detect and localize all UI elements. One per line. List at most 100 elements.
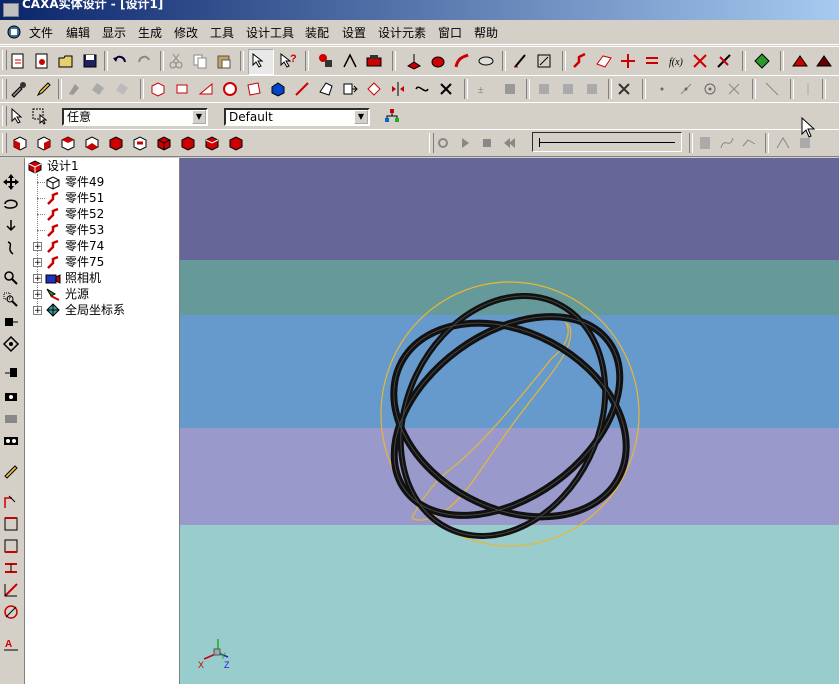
- help-pointer-icon[interactable]: ?: [278, 51, 298, 71]
- menu-edit[interactable]: 编辑: [66, 24, 90, 41]
- target-icon[interactable]: [1, 334, 21, 354]
- equal-icon[interactable]: [642, 51, 662, 71]
- paste-icon[interactable]: [214, 51, 234, 71]
- render-icon[interactable]: [364, 51, 384, 71]
- play-icon[interactable]: [455, 133, 475, 153]
- view-custom-icon[interactable]: [226, 133, 246, 153]
- anim-key-icon[interactable]: [739, 133, 759, 153]
- shape-red-icon[interactable]: [790, 51, 810, 71]
- brush-icon[interactable]: [1, 460, 21, 480]
- view-right-icon[interactable]: [130, 133, 150, 153]
- zoom-icon[interactable]: [1, 268, 21, 288]
- expand-icon[interactable]: +: [33, 306, 42, 316]
- select-box-icon[interactable]: [30, 106, 50, 126]
- menu-assembly[interactable]: 装配: [305, 24, 329, 41]
- view-back-icon[interactable]: [34, 133, 54, 153]
- menu-view[interactable]: 显示: [102, 24, 126, 41]
- cylinder-icon[interactable]: [172, 79, 192, 99]
- rewind-icon[interactable]: [499, 133, 519, 153]
- smart-paint-icon[interactable]: [64, 79, 84, 99]
- document-icon[interactable]: [6, 24, 22, 40]
- x-point-icon[interactable]: [724, 79, 744, 99]
- menu-help[interactable]: 帮助: [474, 24, 498, 41]
- pencil-icon[interactable]: [34, 79, 54, 99]
- menu-generate[interactable]: 生成: [138, 24, 162, 41]
- menu-settings[interactable]: 设置: [342, 24, 366, 41]
- curve-3d-icon[interactable]: [570, 51, 590, 71]
- extrude-icon[interactable]: [404, 51, 424, 71]
- vertical-dash-icon[interactable]: [798, 79, 818, 99]
- dim-tool5-icon[interactable]: [1, 580, 21, 600]
- stop-icon[interactable]: [477, 133, 497, 153]
- menu-window[interactable]: 窗口: [438, 24, 462, 41]
- trim-icon[interactable]: [714, 51, 734, 71]
- menu-tools[interactable]: 工具: [210, 24, 234, 41]
- view-iso-icon[interactable]: [154, 133, 174, 153]
- sketch-icon[interactable]: [510, 51, 530, 71]
- menu-file[interactable]: 文件: [29, 24, 53, 41]
- anim-path-icon[interactable]: [717, 133, 737, 153]
- disabled-tool3-icon[interactable]: [558, 79, 578, 99]
- view-top-icon[interactable]: [58, 133, 78, 153]
- eyedropper-icon[interactable]: [8, 79, 28, 99]
- pyramid-icon[interactable]: [244, 79, 264, 99]
- expand-icon[interactable]: +: [33, 242, 42, 252]
- camera-multi-icon[interactable]: [1, 430, 21, 450]
- disabled-tool4-icon[interactable]: [582, 79, 602, 99]
- intersect-icon[interactable]: [690, 51, 710, 71]
- undo-icon[interactable]: [110, 51, 130, 71]
- record-icon[interactable]: [433, 133, 453, 153]
- loft-icon[interactable]: [476, 51, 496, 71]
- fit-view-icon[interactable]: [1, 312, 21, 332]
- animation-slider[interactable]: [532, 132, 682, 152]
- design-viewport[interactable]: X Y Z: [180, 158, 839, 684]
- circle-point-icon[interactable]: [700, 79, 720, 99]
- menu-design-tools[interactable]: 设计工具: [246, 24, 294, 41]
- camera-gray-icon[interactable]: [1, 408, 21, 428]
- texture-icon[interactable]: [88, 79, 108, 99]
- redo-icon[interactable]: [134, 51, 154, 71]
- new-icon[interactable]: [8, 51, 28, 71]
- line-point-icon[interactable]: [676, 79, 696, 99]
- surface-icon[interactable]: [594, 51, 614, 71]
- twist-icon[interactable]: [412, 79, 432, 99]
- design-tool-icon[interactable]: [316, 51, 336, 71]
- diameter-icon[interactable]: [1, 602, 21, 622]
- view-trimetric-icon[interactable]: [202, 133, 222, 153]
- view-front-icon[interactable]: [10, 133, 30, 153]
- view-bottom-icon[interactable]: [82, 133, 102, 153]
- disabled-tool2-icon[interactable]: [534, 79, 554, 99]
- select-mode-icon[interactable]: [248, 49, 274, 75]
- no-tool-icon[interactable]: [614, 79, 634, 99]
- roll-icon[interactable]: [1, 216, 21, 236]
- save-icon[interactable]: [80, 51, 100, 71]
- green-diamond-icon[interactable]: [752, 51, 772, 71]
- view-left-icon[interactable]: [106, 133, 126, 153]
- expand-icon[interactable]: +: [33, 258, 42, 268]
- wireframe-model[interactable]: [180, 158, 839, 684]
- diagonal-line-icon[interactable]: [762, 79, 782, 99]
- hierarchy-icon[interactable]: [382, 106, 402, 126]
- wedge-icon[interactable]: [196, 79, 216, 99]
- filter-select[interactable]: 任意 ▼: [62, 108, 208, 126]
- cross-icon[interactable]: [436, 79, 456, 99]
- chevron-down-icon[interactable]: ▼: [192, 110, 206, 124]
- expand-icon[interactable]: +: [33, 274, 42, 284]
- camera-nav-icon[interactable]: [1, 386, 21, 406]
- arrow-shape-icon[interactable]: [292, 79, 312, 99]
- open-icon[interactable]: [56, 51, 76, 71]
- orbit-icon[interactable]: [1, 194, 21, 214]
- move-icon[interactable]: [1, 172, 21, 192]
- drafting-icon[interactable]: [340, 51, 360, 71]
- dim-tool1-icon[interactable]: [1, 492, 21, 512]
- expand-icon[interactable]: +: [33, 290, 42, 300]
- style-select[interactable]: Default ▼: [224, 108, 370, 126]
- box-icon[interactable]: [148, 79, 168, 99]
- slider-thumb[interactable]: [539, 138, 540, 147]
- pan-path-icon[interactable]: [1, 238, 21, 258]
- mirror-icon[interactable]: [388, 79, 408, 99]
- menu-design-elements[interactable]: 设计元素: [378, 24, 426, 41]
- pointer-icon[interactable]: [7, 106, 27, 126]
- split-icon[interactable]: [340, 79, 360, 99]
- rotate-icon[interactable]: [428, 51, 448, 71]
